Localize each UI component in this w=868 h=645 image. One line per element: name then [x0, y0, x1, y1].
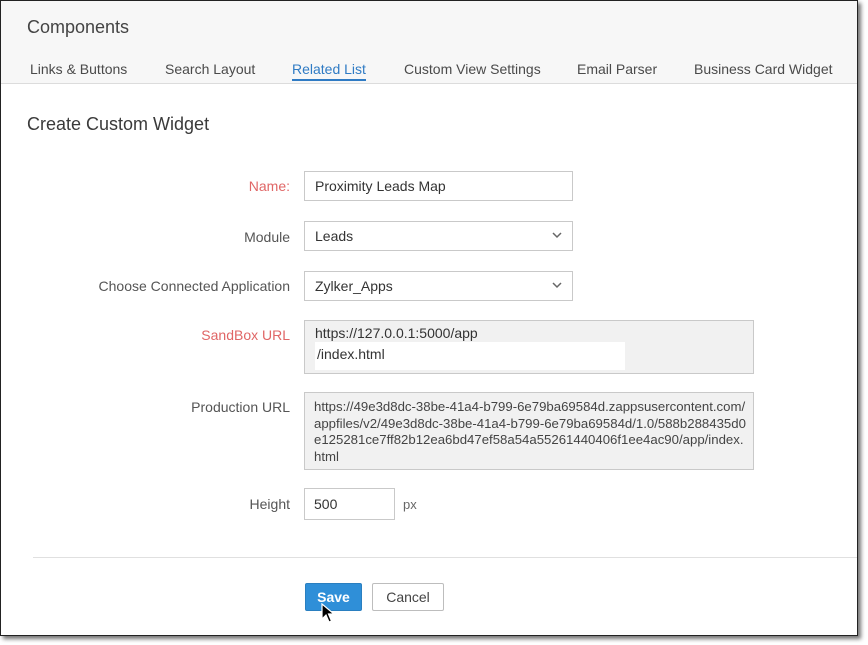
production-url-label: Production URL	[191, 399, 290, 415]
module-label: Module	[244, 229, 290, 245]
divider	[33, 557, 857, 558]
cancel-button[interactable]: Cancel	[372, 583, 444, 611]
page-title: Components	[27, 17, 130, 37]
tab-search-layout[interactable]: Search Layout	[165, 61, 255, 77]
sandbox-url-base: https://127.0.0.1:5000/app	[315, 325, 478, 341]
connected-app-label: Choose Connected Application	[98, 278, 290, 294]
sandbox-url-field[interactable]: https://127.0.0.1:5000/app /index.html	[304, 320, 754, 374]
name-label: Name:	[248, 178, 290, 194]
tab-links-buttons[interactable]: Links & Buttons	[30, 61, 127, 77]
height-label: Height	[249, 496, 290, 512]
connected-app-select[interactable]: Zylker_Apps	[304, 271, 573, 301]
connected-app-select-value: Zylker_Apps	[315, 278, 393, 294]
chevron-down-icon	[552, 282, 562, 289]
production-url-value: https://49e3d8dc-38be-41a4-b799-6e79ba69…	[314, 399, 746, 464]
name-input[interactable]: Proximity Leads Map	[304, 171, 573, 201]
chevron-down-icon	[552, 232, 562, 239]
module-select[interactable]: Leads	[304, 221, 573, 251]
tab-related-list[interactable]: Related List	[292, 61, 366, 81]
mouse-pointer-icon	[321, 603, 336, 623]
sandbox-url-path-input[interactable]: /index.html	[315, 342, 625, 370]
height-unit: px	[403, 497, 417, 512]
tab-business-card-widget[interactable]: Business Card Widget	[694, 61, 833, 77]
module-select-value: Leads	[315, 228, 354, 244]
tab-custom-view-settings[interactable]: Custom View Settings	[404, 61, 541, 77]
tab-bar: Links & Buttons Search Layout Related Li…	[1, 61, 857, 83]
window: Components Links & Buttons Search Layout…	[0, 0, 858, 636]
sandbox-url-label: SandBox URL	[201, 327, 290, 343]
components-header: Components Links & Buttons Search Layout…	[1, 1, 857, 84]
production-url-field: https://49e3d8dc-38be-41a4-b799-6e79ba69…	[304, 392, 754, 470]
tab-email-parser[interactable]: Email Parser	[577, 61, 657, 77]
form-title: Create Custom Widget	[27, 114, 210, 134]
height-input[interactable]: 500	[304, 488, 395, 520]
